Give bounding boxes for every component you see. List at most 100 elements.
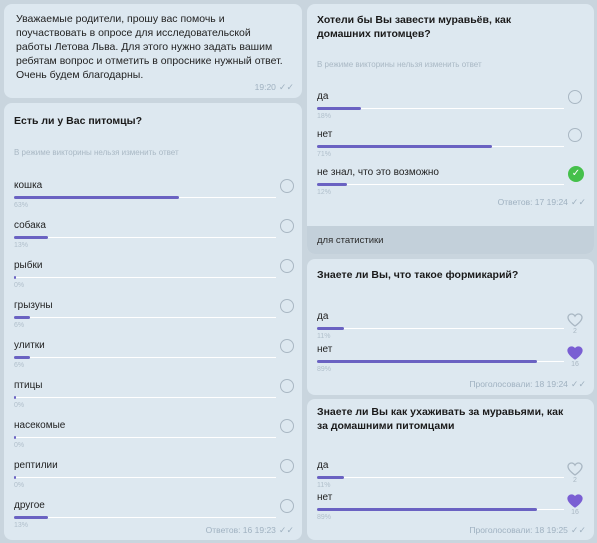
poll-option-track xyxy=(14,237,276,238)
poll-option-label[interactable]: собака xyxy=(14,220,46,231)
poll-option-label[interactable]: нет xyxy=(317,129,332,140)
poll-radio[interactable] xyxy=(280,379,294,393)
poll-option-bar xyxy=(14,516,49,519)
poll-option-votes: 2 xyxy=(573,477,577,484)
poll-option-label[interactable]: птицы xyxy=(14,380,43,391)
heart-filled-icon[interactable] xyxy=(567,346,583,360)
poll-option-track xyxy=(317,477,564,478)
poll-option-bar xyxy=(14,196,180,199)
read-ticks-icon: ✓✓ xyxy=(278,525,294,535)
poll-option-percent: 0% xyxy=(14,482,25,489)
poll-option-track xyxy=(14,477,276,478)
poll-option-track xyxy=(14,317,276,318)
poll-option-percent: 12% xyxy=(317,189,332,196)
poll-option-label[interactable]: грызуны xyxy=(14,300,53,311)
poll-hint: В режиме викторины нельзя изменить ответ xyxy=(317,60,482,69)
time-label: 19:20 xyxy=(254,82,276,92)
poll-option-percent: 6% xyxy=(14,362,25,369)
poll-option-bar xyxy=(14,276,16,279)
poll-radio[interactable] xyxy=(280,219,294,233)
poll-option-percent: 0% xyxy=(14,402,25,409)
intro-message: Уважаемые родители, прошу вас помочь и п… xyxy=(4,4,302,98)
poll-option-track xyxy=(14,357,276,358)
poll-option-bar xyxy=(317,476,345,479)
poll-option-bar xyxy=(14,236,49,239)
poll-footer: Ответов: 17 19:24 ✓✓ xyxy=(498,197,586,208)
poll-option-label[interactable]: да xyxy=(317,460,328,471)
poll-formicarium: Знаете ли Вы, что такое формикарий? да 11… xyxy=(307,259,594,395)
poll-footer-text: Ответов: 17 19:24 xyxy=(497,197,568,207)
poll-radio[interactable] xyxy=(280,339,294,353)
poll-radio[interactable] xyxy=(280,259,294,273)
poll-option-bar xyxy=(317,327,345,330)
heart-outline-icon[interactable] xyxy=(567,462,583,476)
poll-option-percent: 6% xyxy=(14,322,25,329)
poll-option-label[interactable]: улитки xyxy=(14,340,45,351)
poll-option-percent: 11% xyxy=(317,333,331,340)
poll-hint: В режиме викторины нельзя изменить ответ xyxy=(14,148,179,157)
poll-option-percent: 18% xyxy=(317,113,332,120)
read-ticks-icon: ✓✓ xyxy=(570,197,586,207)
read-ticks-icon: ✓✓ xyxy=(570,525,586,535)
poll-option-label[interactable]: кошка xyxy=(14,180,42,191)
poll-option-bar xyxy=(14,436,16,439)
poll-option-bar xyxy=(14,396,16,399)
poll-option-track xyxy=(14,277,276,278)
poll-radio[interactable] xyxy=(280,419,294,433)
poll-footer-text: Ответов: 16 19:23 xyxy=(205,525,276,535)
poll-option-track xyxy=(317,328,564,329)
poll-question: Есть ли у Вас питомцы? xyxy=(14,115,143,127)
poll-radio[interactable] xyxy=(280,179,294,193)
poll-question: Знаете ли Вы как ухаживать за муравьями,… xyxy=(317,406,564,432)
poll-radio[interactable] xyxy=(568,90,582,104)
poll-option-label[interactable]: да xyxy=(317,311,328,322)
poll-option-percent: 0% xyxy=(14,442,25,449)
poll-option-percent: 89% xyxy=(317,366,332,373)
poll-radio[interactable] xyxy=(568,128,582,142)
poll-option-percent: 13% xyxy=(14,242,29,249)
intro-message-text: Уважаемые родители, прошу вас помочь и п… xyxy=(16,13,283,81)
poll-caption-strip: для статистики xyxy=(307,226,594,254)
heart-outline-icon[interactable] xyxy=(567,313,583,327)
read-ticks-icon: ✓✓ xyxy=(278,82,294,92)
poll-radio[interactable] xyxy=(280,299,294,313)
poll-option-percent: 71% xyxy=(317,151,332,158)
poll-radio[interactable] xyxy=(280,459,294,473)
poll-option-label[interactable]: не знал, что это возможно xyxy=(317,167,439,178)
poll-option-votes: 16 xyxy=(571,361,579,368)
poll-option-track xyxy=(14,437,276,438)
poll-option-label[interactable]: нет xyxy=(317,492,332,503)
poll-option-votes: 2 xyxy=(573,328,577,335)
poll-ant-care: Знаете ли Вы как ухаживать за муравьями,… xyxy=(307,399,594,540)
poll-option-label[interactable]: другое xyxy=(14,500,45,511)
poll-option-bar xyxy=(317,107,362,110)
poll-pets: Есть ли у Вас питомцы? В режиме викторин… xyxy=(4,103,302,540)
poll-radio[interactable] xyxy=(280,499,294,513)
poll-option-track xyxy=(14,397,276,398)
poll-option-label[interactable]: нет xyxy=(317,344,332,355)
poll-option-votes: 16 xyxy=(571,509,579,516)
poll-option-percent: 0% xyxy=(14,282,25,289)
poll-footer-text: Проголосовали: 18 19:24 xyxy=(469,379,568,389)
intro-message-time: 19:20 ✓✓ xyxy=(255,82,294,93)
poll-option-label[interactable]: да xyxy=(317,91,328,102)
poll-option-track xyxy=(317,184,564,185)
poll-option-percent: 11% xyxy=(317,482,331,489)
poll-question: Знаете ли Вы, что такое формикарий? xyxy=(317,269,519,281)
poll-option-label[interactable]: рыбки xyxy=(14,260,42,271)
poll-option-label[interactable]: рептилии xyxy=(14,460,58,471)
poll-option-bar xyxy=(14,476,16,479)
selected-check-icon[interactable]: ✓ xyxy=(568,166,584,182)
poll-footer: Проголосовали: 18 19:25 ✓✓ xyxy=(469,525,586,536)
heart-filled-icon[interactable] xyxy=(567,494,583,508)
poll-option-percent: 13% xyxy=(14,522,29,529)
poll-option-bar xyxy=(317,183,347,186)
poll-option-bar xyxy=(317,508,537,511)
poll-option-bar xyxy=(14,316,30,319)
read-ticks-icon: ✓✓ xyxy=(570,379,586,389)
poll-option-bar xyxy=(317,360,537,363)
poll-option-label[interactable]: насекомые xyxy=(14,420,65,431)
poll-question: Хотели бы Вы завести муравьёв, как домаш… xyxy=(317,14,512,40)
poll-option-bar xyxy=(317,145,493,148)
poll-option-bar xyxy=(14,356,30,359)
